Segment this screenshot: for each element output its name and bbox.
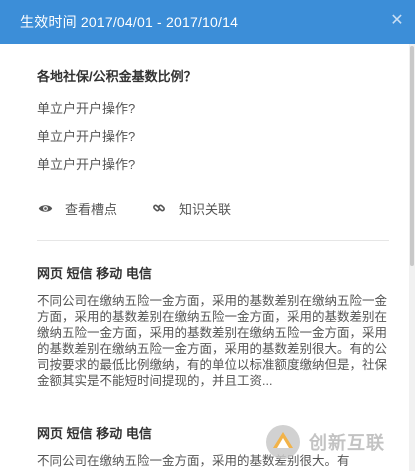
close-icon[interactable]: ✕	[389, 13, 405, 29]
knowledge-link-label: 知识关联	[179, 201, 232, 217]
view-slots-button[interactable]: 查看槽点	[37, 199, 117, 218]
knowledge-link-button[interactable]: 知识关联	[151, 199, 231, 218]
watermark-text: 创新互联	[309, 433, 385, 453]
scrollbar-thumb[interactable]	[410, 46, 414, 266]
qa-item[interactable]: 单立户开户操作?	[37, 98, 135, 117]
section-body: 不同公司在缴纳五险一金方面，采用的基数差别在缴纳五险一金方面，采用的基数差别在缴…	[37, 294, 388, 388]
qa-item[interactable]: 单立户开户操作?	[37, 154, 135, 173]
question-title: 各地社保/公积金基数比例？	[37, 69, 197, 84]
link-icon	[151, 200, 167, 216]
section-title: 网页 短信 移动 电信	[37, 266, 152, 281]
action-bar: 查看槽点 知识关联	[37, 199, 231, 218]
dialog-header: 生效时间 2017/04/01 - 2017/10/14 ✕	[0, 0, 415, 44]
section-title: 网页 短信 移动 电信	[37, 426, 152, 441]
watermark: 创新互联	[263, 419, 413, 465]
effective-date-title: 生效时间 2017/04/01 - 2017/10/14	[20, 14, 239, 30]
qa-item[interactable]: 单立户开户操作?	[37, 126, 135, 145]
brand-logo	[266, 425, 300, 459]
eye-icon	[37, 200, 53, 216]
section-divider	[37, 240, 389, 241]
view-slots-label: 查看槽点	[65, 201, 118, 217]
